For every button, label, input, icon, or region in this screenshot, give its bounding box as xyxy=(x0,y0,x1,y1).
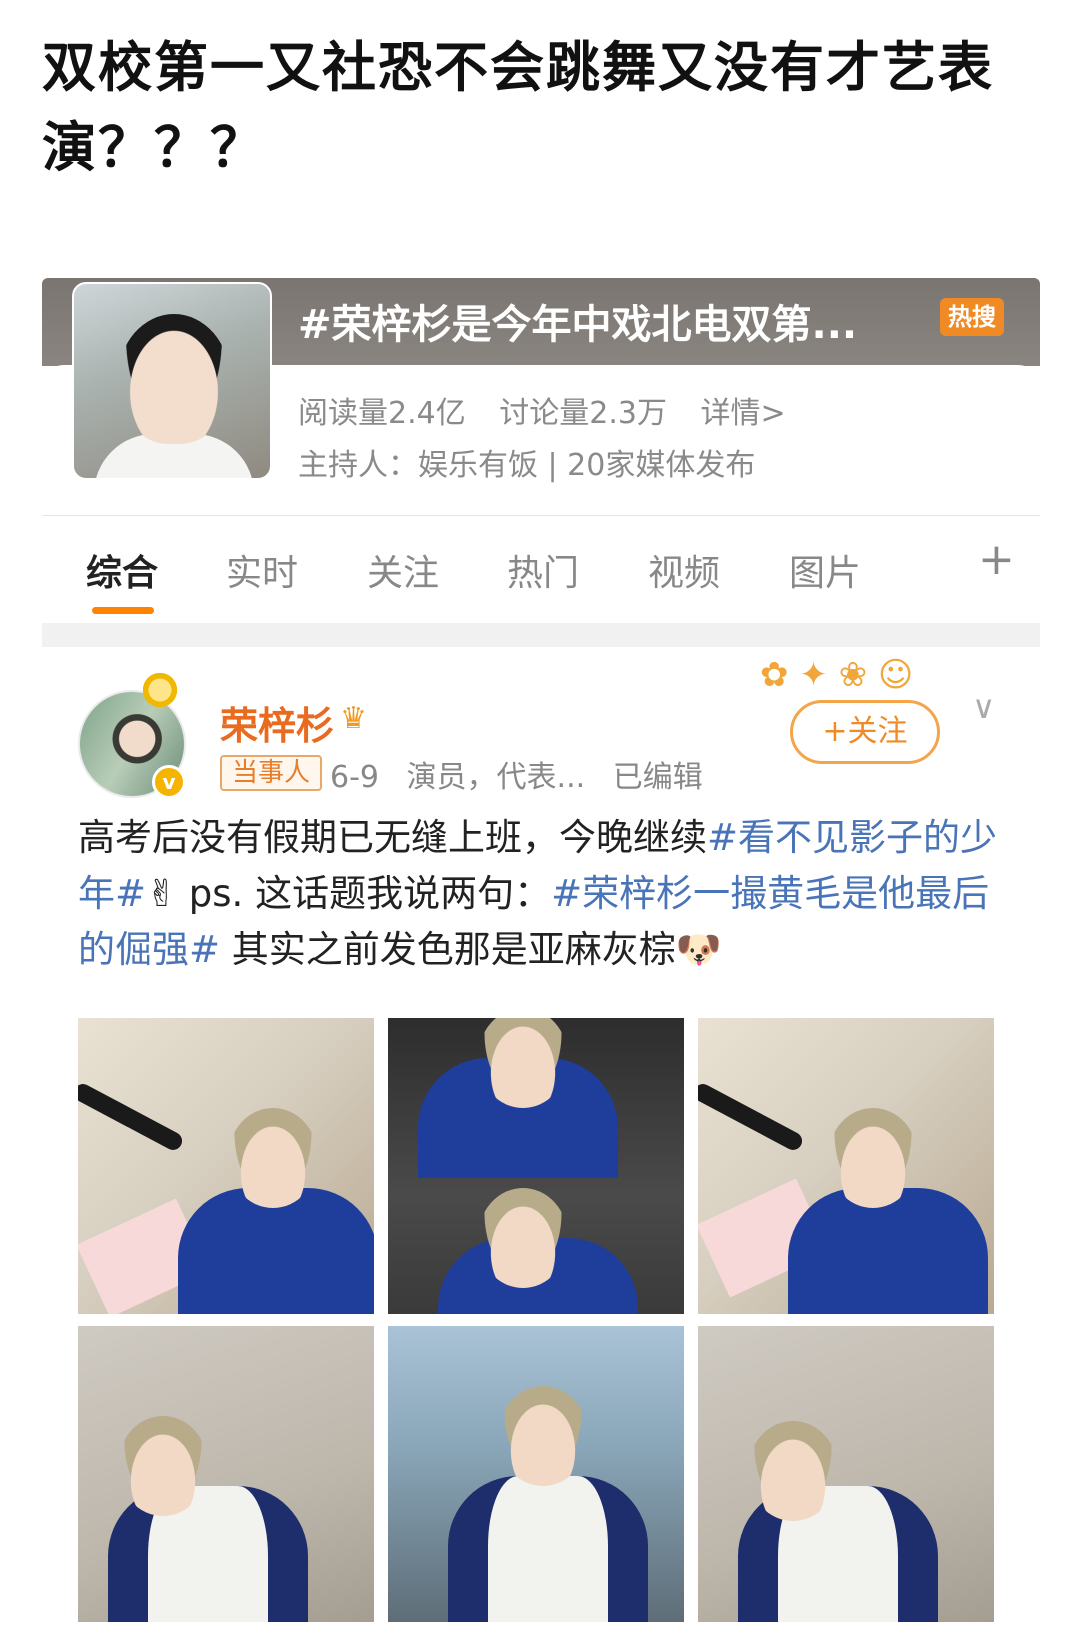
figure-body xyxy=(448,1476,648,1622)
tab-images[interactable]: 图片 xyxy=(789,544,861,596)
post-photo[interactable] xyxy=(388,1326,684,1622)
post-meta: 6-9 演员，代表... 已编辑 xyxy=(330,752,721,796)
section-separator xyxy=(42,623,1040,647)
tab-video[interactable]: 视频 xyxy=(648,544,720,596)
add-tab-icon[interactable]: + xyxy=(978,534,1015,585)
tab-realtime[interactable]: 实时 xyxy=(226,544,298,596)
topic-thumbnail[interactable] xyxy=(72,282,272,480)
discussion-count: 讨论量2.3万 xyxy=(499,396,667,431)
post-photo[interactable] xyxy=(388,1018,684,1314)
thumbnail-portrait xyxy=(118,314,230,444)
tab-comprehensive[interactable]: 综合 xyxy=(86,544,158,596)
tab-following[interactable]: 关注 xyxy=(367,544,439,596)
details-link[interactable]: 详情> xyxy=(701,396,786,431)
figure-head xyxy=(498,1386,588,1486)
figure-body xyxy=(788,1188,988,1314)
topic-stats: 阅读量2.4亿 讨论量2.3万 详情> xyxy=(298,388,810,432)
topic-title[interactable]: #荣梓杉是今年中戏北电双第... xyxy=(298,292,918,350)
read-count: 阅读量2.4亿 xyxy=(298,396,466,431)
tab-bar: 综合 实时 关注 热门 视频 图片 + xyxy=(42,530,1040,620)
post-photo[interactable] xyxy=(698,1326,994,1622)
follow-button[interactable]: +关注 xyxy=(790,700,940,764)
post-text-part: 高考后没有假期已无缝上班，今晚继续 xyxy=(78,816,707,859)
topic-host-line: 主持人：娱乐有饭 | 20家媒体发布 xyxy=(298,448,756,483)
article-headline: 双校第一又社恐不会跳舞又没有才艺表演？？？ xyxy=(42,36,994,179)
figure-head xyxy=(478,1188,568,1288)
microphone-shape xyxy=(698,1080,806,1154)
user-profession: 演员，代表... xyxy=(406,760,586,795)
active-tab-indicator xyxy=(92,607,154,614)
crown-icon: ♛ xyxy=(340,701,367,736)
post-text: 高考后没有假期已无缝上班，今晚继续#看不见影子的少年#✌ ps. 这话题我说两句… xyxy=(78,810,998,978)
figure-head xyxy=(228,1108,318,1208)
verified-icon: v xyxy=(152,765,186,799)
post-photo[interactable] xyxy=(78,1018,374,1314)
chevron-down-icon[interactable]: ∨ xyxy=(972,688,995,726)
post-username[interactable]: 荣梓杉 xyxy=(220,695,334,750)
edited-label[interactable]: 已编辑 xyxy=(613,760,703,795)
role-tag: 当事人 xyxy=(220,755,323,791)
post-text-part: 其实之前发色那是亚麻灰棕🐶 xyxy=(220,928,722,971)
avatar-decoration-icon xyxy=(140,670,180,710)
figure-head xyxy=(828,1108,918,1208)
hot-search-badge: 热搜 xyxy=(940,298,1004,336)
post-photo[interactable] xyxy=(698,1018,994,1314)
divider xyxy=(42,515,1040,516)
figure-head xyxy=(118,1416,208,1516)
tab-hot[interactable]: 热门 xyxy=(507,544,579,596)
post-photo[interactable] xyxy=(78,1326,374,1622)
post-date: 6-9 xyxy=(330,760,379,795)
post-text-part: ✌ ps. 这话题我说两句： xyxy=(146,872,552,915)
microphone-shape xyxy=(78,1080,186,1154)
figure-head xyxy=(748,1421,838,1521)
